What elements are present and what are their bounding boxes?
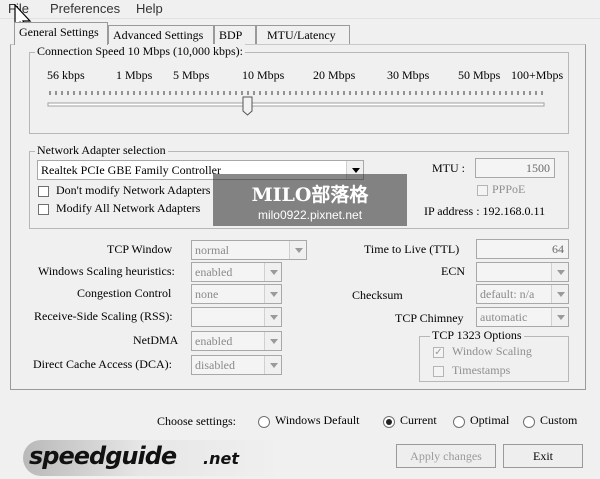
speed-tick-20mbps: 20 Mbps — [313, 68, 356, 82]
tab-general-settings[interactable]: General Settings — [14, 22, 108, 45]
chevron-down-icon[interactable] — [264, 332, 281, 350]
windows-scaling-heuristics-label: Windows Scaling heuristics: — [38, 264, 175, 278]
dont-modify-label: Don't modify Network Adapters — [56, 183, 211, 197]
window-scaling-label: Window Scaling — [452, 344, 532, 358]
ecn-select[interactable] — [476, 262, 569, 282]
adapter-select-value: Realtek PCIe GBE Family Controller — [41, 163, 221, 177]
congestion-control-select[interactable]: none — [191, 284, 282, 304]
tcp-window-value: normal — [195, 243, 229, 257]
logo-suffix: .net — [203, 449, 239, 468]
speed-tick-100mbps: 100+Mbps — [511, 68, 564, 82]
slider-thumb — [242, 96, 253, 116]
rss-label: Receive-Side Scaling (RSS): — [34, 309, 173, 323]
netdma-label: NetDMA — [133, 333, 179, 347]
dca-value: disabled — [195, 358, 235, 372]
speed-tick-5mbps: 5 Mbps — [173, 68, 210, 82]
chevron-down-icon[interactable] — [264, 285, 281, 303]
apply-changes-button[interactable]: Apply changes — [396, 444, 496, 468]
modify-all-checkbox[interactable] — [38, 204, 49, 215]
ttl-field[interactable]: 64 — [476, 239, 569, 259]
ttl-label: Time to Live (TTL) — [364, 242, 460, 256]
timestamps-checkbox[interactable] — [433, 366, 444, 377]
mtu-label: MTU : — [432, 161, 465, 175]
choose-settings-label: Choose settings: — [157, 414, 237, 428]
radio-optimal-label: Optimal — [470, 413, 510, 427]
network-adapter-label: Network Adapter selection — [35, 143, 168, 158]
speed-slider[interactable] — [44, 84, 548, 118]
chevron-down-icon[interactable] — [551, 285, 568, 303]
menu-help[interactable]: Help — [136, 1, 163, 16]
mtu-field[interactable]: 1500 — [475, 158, 555, 178]
watermark-overlay: MILO部落格 milo0922.pixnet.net — [213, 174, 407, 226]
window-scaling-checkbox[interactable]: ✓ — [433, 347, 444, 358]
radio-optimal[interactable] — [453, 416, 465, 428]
windows-scaling-heuristics-select[interactable]: enabled — [191, 262, 282, 282]
chevron-down-icon[interactable] — [264, 263, 281, 281]
netdma-value: enabled — [195, 334, 233, 348]
checksum-select[interactable]: default: n/a — [476, 284, 569, 304]
watermark-url: milo0922.pixnet.net — [257, 208, 363, 222]
ip-address: IP address : 192.168.0.11 — [424, 204, 546, 218]
radio-windows-default[interactable] — [258, 416, 270, 428]
windows-scaling-heuristics-value: enabled — [195, 265, 233, 279]
dca-label: Direct Cache Access (DCA): — [33, 357, 172, 371]
rss-select[interactable] — [191, 307, 282, 327]
congestion-control-value: none — [195, 287, 219, 301]
speed-tick-1mbps: 1 Mbps — [116, 68, 153, 82]
exit-button[interactable]: Exit — [503, 444, 583, 468]
radio-custom[interactable] — [523, 416, 535, 428]
speed-tick-10mbps: 10 Mbps — [242, 68, 285, 82]
chevron-down-icon[interactable] — [264, 308, 281, 326]
tcp-chimney-value: automatic — [480, 310, 528, 324]
speed-tick-56kbps: 56 kbps — [47, 68, 85, 82]
chevron-down-icon[interactable] — [551, 263, 568, 281]
menu-bar: File Preferences Help — [0, 0, 600, 19]
chevron-down-icon[interactable] — [264, 356, 281, 374]
watermark-title: MILO部落格 — [251, 184, 369, 206]
connection-speed-label: Connection Speed 10 Mbps (10,000 kbps): — [35, 44, 245, 59]
slider-tick-marks — [49, 91, 543, 95]
tcp-window-label: TCP Window — [107, 242, 173, 256]
tcp-1323-options-label: TCP 1323 Options — [430, 328, 524, 343]
speed-tick-50mbps: 50 Mbps — [458, 68, 501, 82]
radio-windows-default-label: Windows Default — [275, 413, 360, 427]
tab-mtu-latency[interactable]: MTU/Latency — [256, 25, 350, 44]
tab-advanced-settings[interactable]: Advanced Settings — [108, 25, 214, 44]
ecn-label: ECN — [441, 264, 465, 278]
netdma-select[interactable]: enabled — [191, 331, 282, 351]
tab-bdp[interactable]: BDP — [214, 25, 256, 44]
dca-select[interactable]: disabled — [191, 355, 282, 375]
dont-modify-checkbox[interactable] — [38, 186, 49, 197]
tcp-chimney-select[interactable]: automatic — [476, 307, 569, 327]
checksum-value: default: n/a — [480, 287, 535, 301]
pppoe-checkbox[interactable] — [477, 185, 488, 196]
timestamps-label: Timestamps — [452, 363, 511, 377]
chevron-down-icon[interactable] — [551, 308, 568, 326]
speedguide-logo: speedguide .net — [23, 440, 283, 476]
radio-current[interactable] — [383, 416, 395, 428]
speed-tick-30mbps: 30 Mbps — [387, 68, 430, 82]
menu-preferences[interactable]: Preferences — [50, 1, 120, 16]
radio-custom-label: Custom — [540, 413, 578, 427]
tcp-chimney-label: TCP Chimney — [395, 311, 464, 325]
tcp-window-select[interactable]: normal — [191, 240, 307, 260]
congestion-control-label: Congestion Control — [77, 286, 172, 300]
chevron-down-icon[interactable] — [289, 241, 306, 259]
radio-current-label: Current — [400, 413, 437, 427]
modify-all-label: Modify All Network Adapters — [56, 201, 201, 215]
pppoe-label: PPPoE — [492, 182, 526, 196]
slider-track — [47, 102, 545, 107]
logo-text: speedguide — [29, 442, 177, 470]
checksum-label: Checksum — [352, 288, 403, 302]
